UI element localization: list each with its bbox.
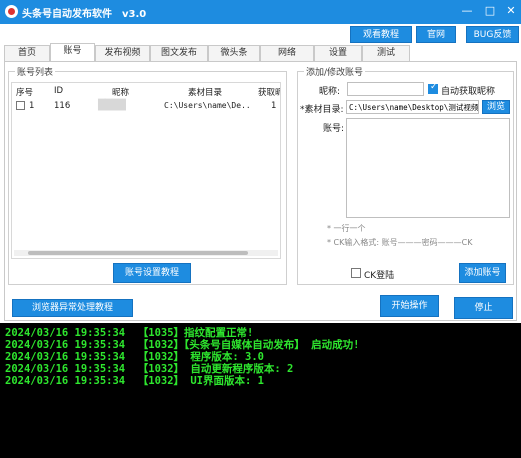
row-fetch-nickname: 1	[271, 101, 277, 111]
ck-login-label: CK登陆	[364, 271, 395, 281]
nickname-input[interactable]	[347, 82, 424, 96]
tab-network[interactable]: 网络	[260, 45, 314, 61]
material-dir-input[interactable]	[346, 100, 479, 114]
start-button[interactable]: 开始操作	[380, 295, 439, 317]
row-index: 1	[29, 101, 35, 111]
nickname-label: 昵称:	[319, 87, 341, 97]
account-label: 账号:	[323, 124, 345, 134]
row-id: 116	[54, 101, 71, 111]
title-bar: 头条号自动发布软件 v3.0 — □ ✕	[0, 0, 521, 24]
tab-settings[interactable]: 设置	[314, 45, 362, 61]
website-button[interactable]: 官网	[416, 26, 456, 43]
account-settings-tutorial-button[interactable]: 账号设置教程	[113, 263, 191, 283]
table-row[interactable]: 1 116 ████ C:\Users\name\De.. 1	[12, 99, 280, 112]
row-checkbox[interactable]	[16, 101, 25, 110]
account-table[interactable]: 序号 ID 昵称 素材目录 获取昵 1 116 ████ C:\Users\na…	[11, 82, 281, 259]
ck-login-checkbox[interactable]	[351, 268, 361, 278]
tab-article-publish[interactable]: 图文发布	[150, 45, 208, 61]
browser-fix-tutorial-button[interactable]: 浏览器异常处理教程	[12, 299, 133, 317]
tab-publish-video[interactable]: 发布视频	[95, 45, 150, 61]
col-nickname: 昵称	[112, 88, 130, 98]
tab-account[interactable]: 账号	[50, 43, 95, 61]
tab-home[interactable]: 首页	[4, 45, 50, 61]
col-fetch-nickname: 获取昵	[258, 88, 281, 98]
account-textarea[interactable]	[346, 118, 510, 218]
col-id: ID	[54, 86, 64, 96]
add-edit-account-title: 添加/修改账号	[304, 65, 366, 78]
browse-button[interactable]: 浏览	[482, 100, 510, 114]
minimize-icon[interactable]: —	[459, 3, 475, 19]
app-logo-icon	[5, 5, 18, 18]
auto-fetch-nickname-label: 自动获取昵称	[441, 87, 496, 97]
stop-button[interactable]: 停止	[454, 297, 513, 319]
row-nickname-blurred: ████	[98, 100, 126, 111]
table-header: 序号 ID 昵称 素材目录 获取昵	[12, 83, 281, 98]
col-material-dir: 素材目录	[188, 88, 223, 98]
tab-micro-headline[interactable]: 微头条	[208, 45, 260, 61]
hint-ck-format: * CK输入格式: 账号———密码———CK	[327, 238, 473, 247]
close-icon[interactable]: ✕	[503, 3, 519, 19]
maximize-icon[interactable]: □	[482, 3, 498, 19]
watch-tutorial-button[interactable]: 观看教程	[350, 26, 412, 43]
log-console[interactable]: 2024/03/16 19:35:34 【1035】指纹配置正常! 2024/0…	[0, 323, 521, 458]
auto-fetch-nickname-checkbox[interactable]	[428, 82, 438, 94]
account-list-title: 账号列表	[15, 65, 56, 78]
material-dir-label: *素材目录:	[300, 105, 344, 115]
scrollbar-thumb[interactable]	[28, 251, 248, 255]
bug-report-button[interactable]: BUG反馈	[466, 26, 519, 43]
tab-test[interactable]: 测试	[362, 45, 410, 61]
window-title: 头条号自动发布软件 v3.0	[22, 9, 147, 20]
add-account-button[interactable]: 添加账号	[459, 263, 506, 283]
col-index: 序号	[16, 88, 34, 98]
horizontal-scrollbar[interactable]	[14, 250, 278, 256]
version-label: v3.0	[122, 9, 147, 20]
row-material-dir: C:\Users\name\De..	[164, 101, 251, 110]
log-line: 2024/03/16 19:35:34 【1032】 UI界面版本: 1	[5, 375, 264, 387]
hint-one-per-line: * 一行一个	[327, 224, 366, 233]
